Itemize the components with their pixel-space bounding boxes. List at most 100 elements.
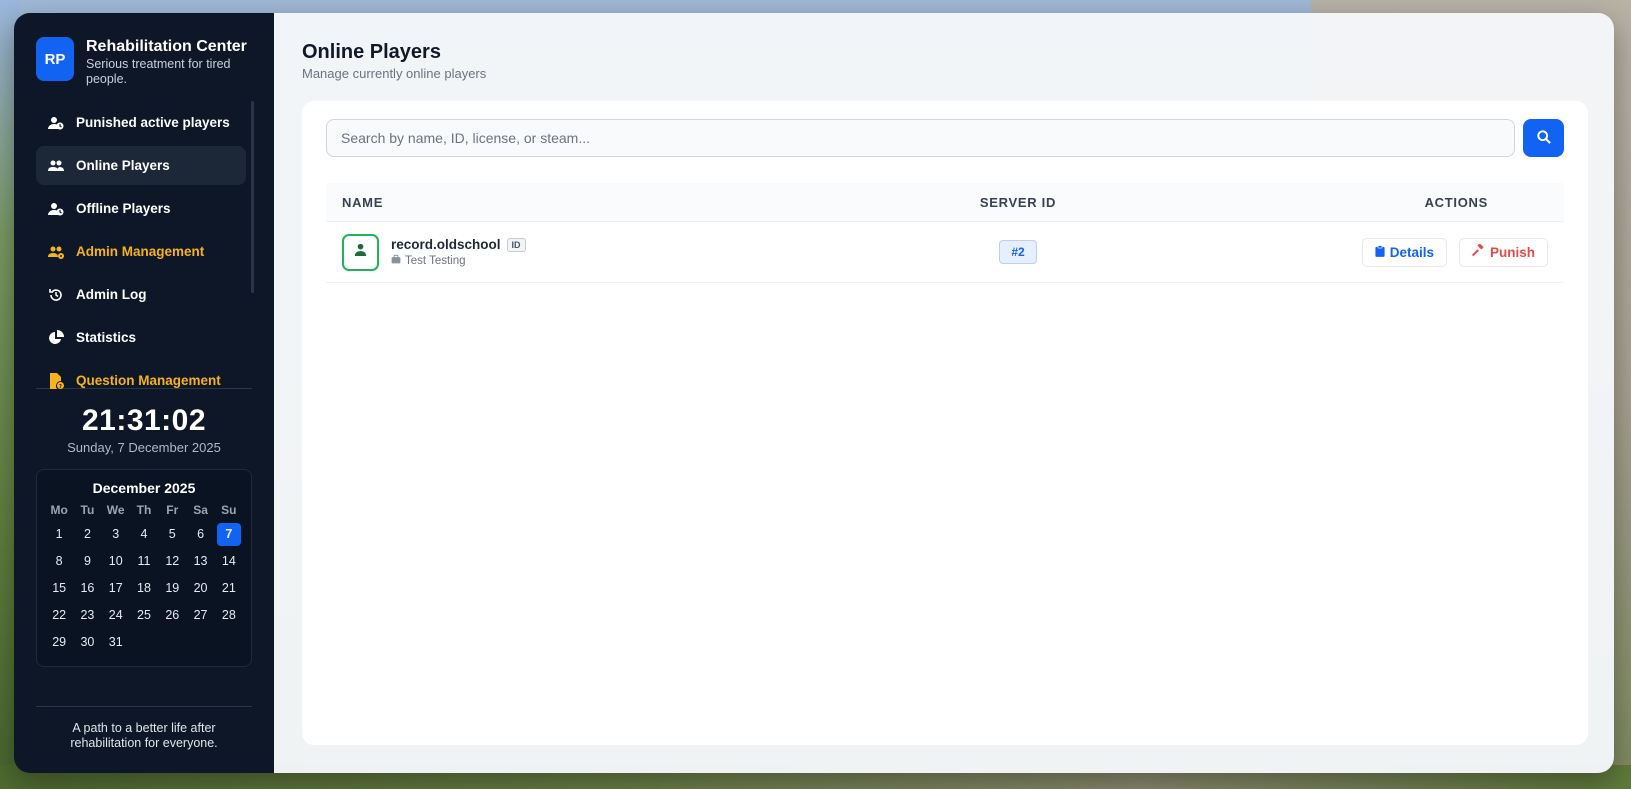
- sidebar-item-online-players[interactable]: Online Players: [36, 146, 246, 185]
- calendar-day[interactable]: 31: [102, 631, 130, 654]
- brand: RP Rehabilitation Center Serious treatme…: [14, 13, 274, 101]
- actions-cell: Details Punish: [1228, 237, 1548, 267]
- calendar-day[interactable]: 11: [130, 550, 158, 573]
- main-content: Online Players Manage currently online p…: [274, 13, 1614, 773]
- briefcase-icon: [391, 254, 401, 267]
- punish-label: Punish: [1489, 244, 1535, 260]
- avatar: [342, 233, 379, 271]
- admin-panel-window: RP Rehabilitation Center Serious treatme…: [14, 13, 1614, 773]
- column-header-actions: ACTIONS: [1424, 194, 1488, 210]
- clipboard-icon: [1375, 244, 1385, 260]
- calendar-day[interactable]: 9: [73, 550, 101, 573]
- calendar-day[interactable]: 23: [73, 604, 101, 627]
- nav-scrollbar[interactable]: [251, 101, 254, 293]
- footer-text: A path to a better life after rehabilita…: [70, 721, 218, 750]
- calendar-day[interactable]: 3: [102, 523, 130, 546]
- players-card: NAME SERVER ID ACTIONS record.old: [302, 101, 1588, 745]
- page-subtitle: Manage currently online players: [302, 66, 487, 81]
- sidebar-footer: A path to a better life after rehabilita…: [14, 692, 274, 773]
- sidebar-item-question-management[interactable]: ? Question Management: [36, 361, 246, 400]
- sidebar-item-label: Statistics: [76, 330, 137, 345]
- calendar-day-today[interactable]: 7: [216, 523, 241, 546]
- sidebar-item-statistics[interactable]: Statistics: [36, 318, 246, 357]
- calendar-day[interactable]: 15: [45, 577, 73, 600]
- clock-date: Sunday, 7 December 2025: [67, 440, 221, 455]
- file-question-icon: ?: [48, 372, 64, 389]
- calendar-day[interactable]: 13: [186, 550, 214, 573]
- calendar-weekday: Mo: [50, 503, 68, 517]
- server-id-cell: #2: [808, 240, 1228, 264]
- details-button[interactable]: Details: [1361, 237, 1447, 267]
- calendar-day[interactable]: 17: [102, 577, 130, 600]
- calendar-day[interactable]: 28: [215, 604, 243, 627]
- sidebar-item-label: Admin Management: [76, 244, 205, 259]
- search-icon: [1536, 129, 1551, 147]
- sidebar: RP Rehabilitation Center Serious treatme…: [14, 13, 274, 773]
- calendar-day[interactable]: 29: [45, 631, 73, 654]
- column-header-server-id: SERVER ID: [979, 194, 1057, 210]
- calendar-weekday: Fr: [166, 503, 179, 517]
- sidebar-item-admin-log[interactable]: Admin Log: [36, 275, 246, 314]
- sidebar-item-label: Offline Players: [76, 201, 171, 216]
- brand-title: Rehabilitation Center: [86, 38, 247, 55]
- calendar-day[interactable]: 22: [45, 604, 73, 627]
- table-row: record.oldschool ID Test Testing #2 Deta…: [326, 221, 1564, 283]
- calendar-day[interactable]: 10: [102, 550, 130, 573]
- sidebar-item-label: Admin Log: [76, 287, 147, 302]
- users-icon: [48, 158, 64, 174]
- calendar-day[interactable]: 1: [45, 523, 73, 546]
- sidebar-item-offline-players[interactable]: Offline Players: [36, 189, 246, 228]
- sidebar-item-label: Online Players: [76, 158, 170, 173]
- calendar-day[interactable]: 26: [158, 604, 186, 627]
- calendar-day[interactable]: 19: [158, 577, 186, 600]
- calendar-day[interactable]: 18: [130, 577, 158, 600]
- svg-text:?: ?: [59, 384, 62, 389]
- brand-subtitle: Serious treatment for tired people.: [86, 57, 231, 86]
- player-name: record.oldschool: [391, 237, 501, 252]
- players-table: NAME SERVER ID ACTIONS record.oldschool …: [326, 183, 1564, 283]
- calendar-weekday: Sa: [193, 503, 208, 517]
- user-icon: [354, 243, 367, 261]
- id-badge[interactable]: ID: [506, 237, 526, 252]
- punish-button[interactable]: Punish: [1458, 237, 1548, 267]
- calendar-day[interactable]: 6: [186, 523, 214, 546]
- calendar-day[interactable]: 27: [186, 604, 214, 627]
- calendar-day[interactable]: 16: [73, 577, 101, 600]
- calendar-day[interactable]: 24: [102, 604, 130, 627]
- page-header: Online Players Manage currently online p…: [274, 13, 1614, 81]
- sidebar-item-label: Question Management: [76, 373, 221, 388]
- sidebar-item-admin-management[interactable]: Admin Management: [36, 232, 246, 271]
- calendar-weekday: Th: [136, 503, 152, 517]
- details-label: Details: [1389, 244, 1434, 260]
- clock-time: 21:31:02: [81, 404, 207, 437]
- calendar-day[interactable]: 12: [158, 550, 186, 573]
- calendar-day[interactable]: 25: [130, 604, 158, 627]
- calendar-day[interactable]: 4: [130, 523, 158, 546]
- calendar-day[interactable]: 21: [215, 577, 243, 600]
- search-button[interactable]: [1523, 119, 1564, 157]
- calendar-day[interactable]: 30: [73, 631, 101, 654]
- sidebar-item-punished-active-players[interactable]: Punished active players: [36, 103, 246, 142]
- users-cog-icon: [48, 244, 64, 260]
- search-input[interactable]: [326, 119, 1515, 157]
- server-id-badge: #2: [999, 240, 1037, 264]
- player-cell: record.oldschool ID Test Testing: [342, 233, 808, 271]
- sidebar-nav: Punished active players Online Players O…: [14, 101, 274, 389]
- gavel-icon: [1472, 243, 1485, 260]
- calendar-day[interactable]: 5: [158, 523, 186, 546]
- user-clock-icon: [48, 115, 64, 131]
- calendar-day[interactable]: 8: [45, 550, 73, 573]
- search-row: [326, 119, 1564, 157]
- calendar-weekday: We: [106, 503, 125, 517]
- calendar-day[interactable]: 2: [73, 523, 101, 546]
- player-job: Test Testing: [405, 254, 466, 267]
- calendar-day[interactable]: 20: [186, 577, 214, 600]
- page-title: Online Players: [302, 41, 441, 63]
- calendar-weekday: Su: [221, 503, 237, 517]
- calendar-day[interactable]: 14: [215, 550, 243, 573]
- sidebar-item-label: Punished active players: [76, 115, 230, 130]
- column-header-name: NAME: [342, 194, 384, 210]
- calendar-title: December 2025: [92, 480, 196, 496]
- history-icon: [48, 287, 64, 303]
- footer-divider: [36, 706, 252, 707]
